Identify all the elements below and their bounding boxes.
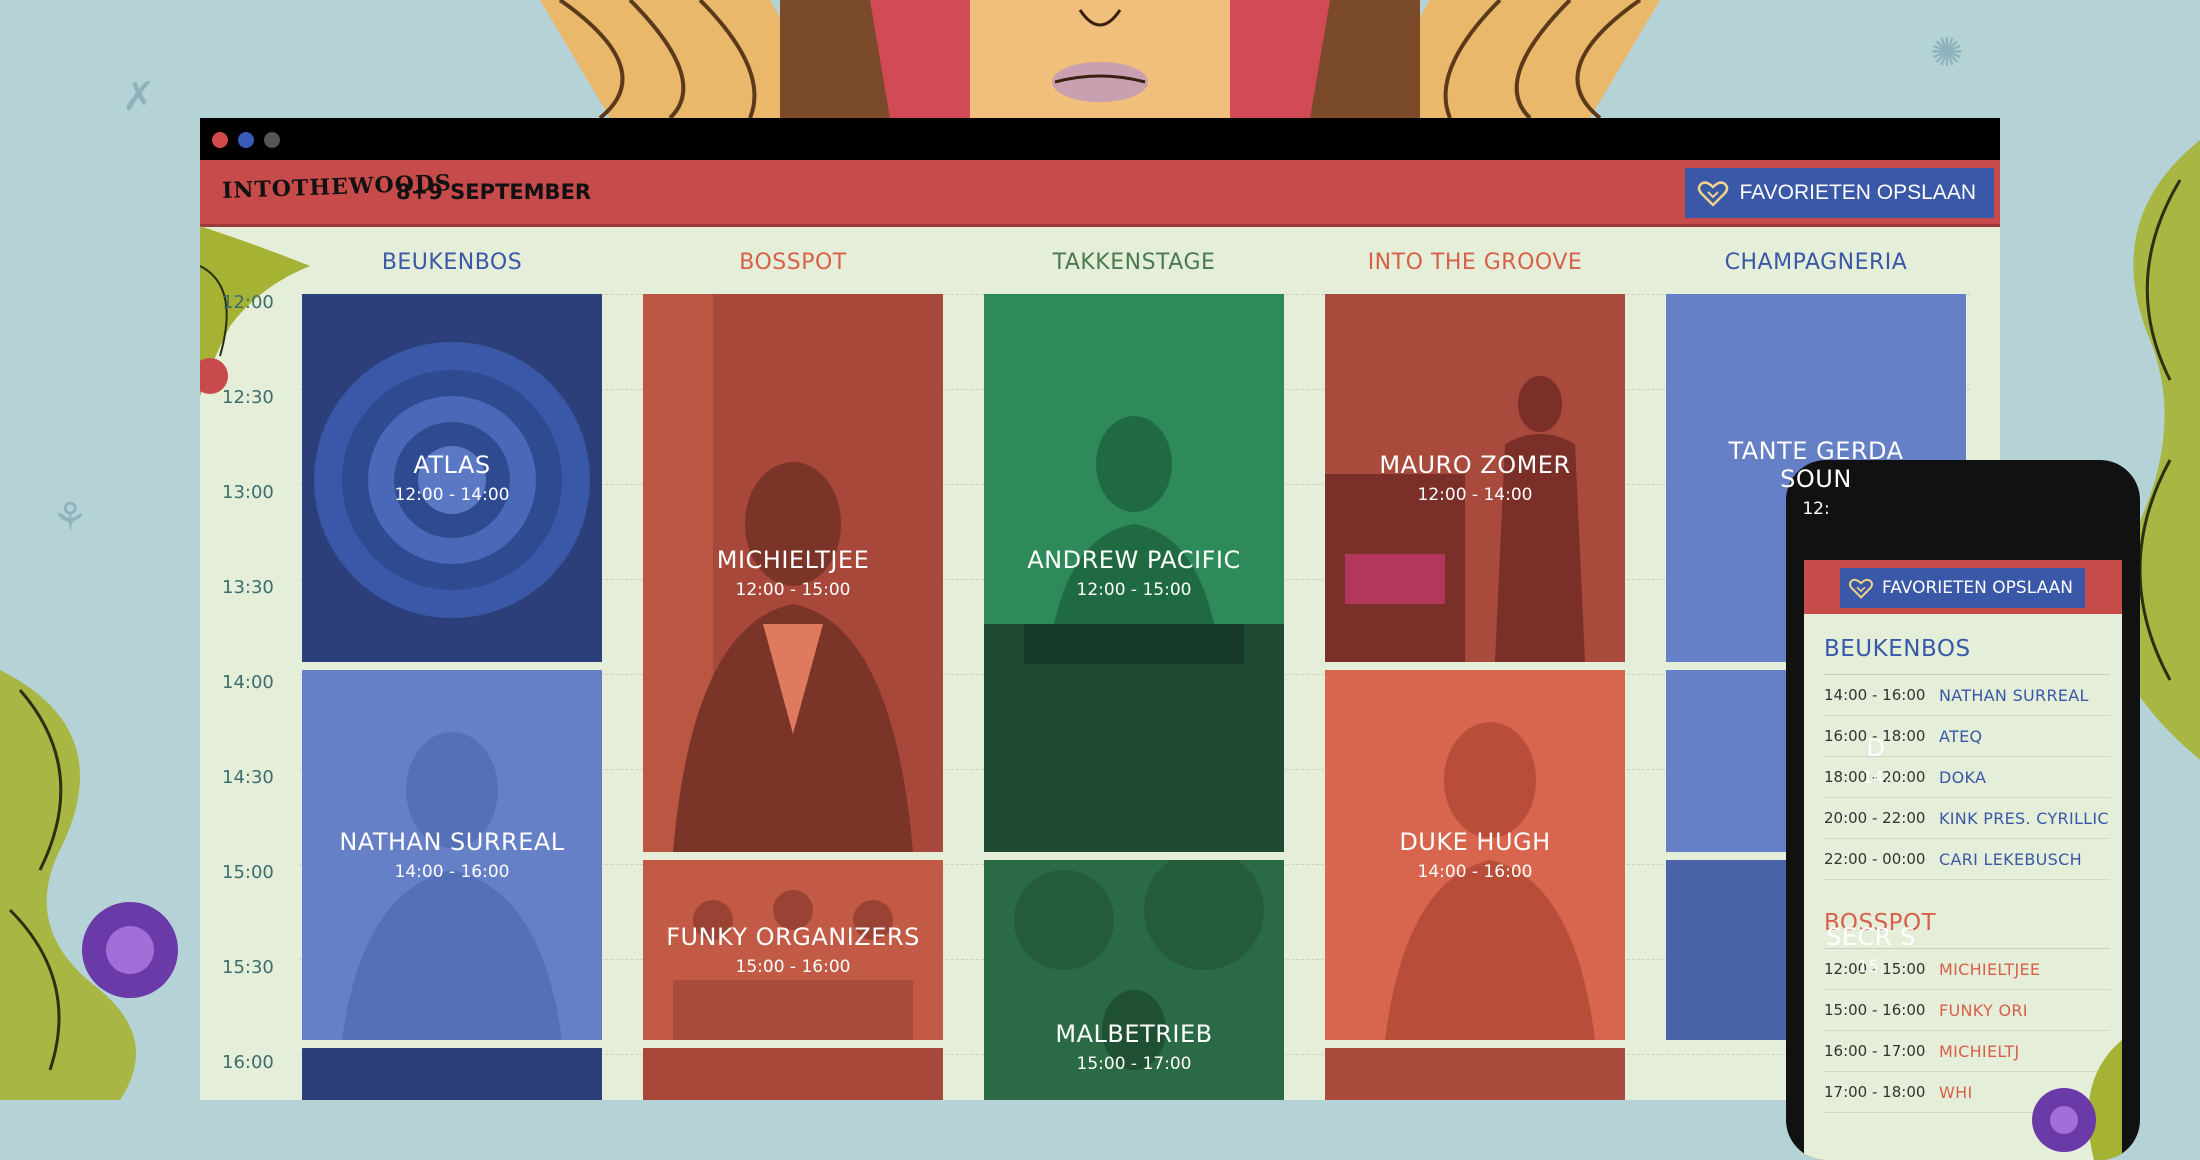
time-label: 16:00 (222, 1052, 274, 1073)
stage-header-takkenstage[interactable]: TAKKENSTAGE (984, 250, 1284, 275)
save-favorites-button[interactable]: FAVORIETEN OPSLAAN (1685, 168, 1994, 218)
mobile-header: FAVORIETEN OPSLAAN (1804, 560, 2122, 614)
artist-name: MALBETRIEB (1055, 1020, 1213, 1048)
slot-funky-organizers[interactable]: FUNKY ORGANIZERS 15:00 - 16:00 (643, 860, 943, 1040)
mobile-screen: FAVORIETEN OPSLAAN BEUKENBOS 14:00 - 16:… (1804, 560, 2122, 1160)
slot-atlas[interactable]: ATLAS 12:00 - 14:00 (302, 294, 602, 662)
slot-michieltjee[interactable]: MICHIELTJEE 12:00 - 15:00 (643, 294, 943, 852)
list-item-artist: KINK PRES. CYRILLIC (1939, 808, 2109, 828)
set-time: 15: (1857, 957, 1885, 977)
festival-dates: 8+9 SEPTEMBER (396, 180, 592, 204)
list-item-artist: FUNKY ORI (1939, 1000, 2028, 1020)
list-item-time: 16:00 - 17:00 (1824, 1042, 1926, 1060)
set-time: 12:00 - 15:00 (1076, 580, 1192, 600)
list-item-artist: WHI (1939, 1082, 1973, 1102)
set-time: 14:00 - 16:00 (394, 862, 510, 882)
list-item-time: 22:00 - 00:00 (1824, 850, 1926, 868)
window-maximize-button[interactable] (264, 132, 280, 148)
doodle-icon: ⚘ (52, 495, 88, 541)
list-item[interactable]: 14:00 - 16:00 NATHAN SURREAL (1824, 675, 2110, 716)
header-illustration (540, 0, 1660, 118)
artist-name: ANDREW PACIFIC (1027, 546, 1241, 574)
time-label: 14:30 (222, 767, 274, 788)
mobile-stage-title-beukenbos: BEUKENBOS (1824, 636, 1971, 662)
list-item-artist: CARI LEKEBUSCH (1939, 849, 2082, 869)
stage-header-beukenbos[interactable]: BEUKENBOS (302, 250, 602, 275)
window-close-button[interactable] (212, 132, 228, 148)
browser-window: INTOTHEWOODS 8+9 SEPTEMBER FAVORIETEN OP… (200, 118, 2000, 1100)
artist-name: FUNKY ORGANIZERS (666, 923, 920, 951)
set-time: 15:00 - 17:00 (1076, 1054, 1192, 1074)
slot-malbetrieb[interactable]: MALBETRIEB 15:00 - 17:00 (984, 860, 1284, 1100)
time-label: 12:00 (222, 292, 274, 313)
heart-icon (1698, 181, 1729, 207)
window-minimize-button[interactable] (238, 132, 254, 148)
list-item-time: 14:00 - 16:00 (1824, 686, 1926, 704)
timetable-grid: 12:00 12:30 13:00 13:30 14:00 14:30 15:0… (200, 292, 2000, 1100)
list-item-time: 15:00 - 16:00 (1824, 1001, 1926, 1019)
heart-icon (1849, 578, 1873, 599)
artist-name: MICHIELTJEE (716, 546, 870, 574)
stage-header-champagneria[interactable]: CHAMPAGNERIA (1666, 250, 1966, 275)
time-label: 13:30 (222, 577, 274, 598)
set-time: 14: (1862, 768, 1890, 788)
time-label: 13:00 (222, 482, 274, 503)
artist-name: TANTE GERDA SOUN (1728, 437, 1904, 493)
app-header: INTOTHEWOODS 8+9 SEPTEMBER FAVORIETEN OP… (200, 160, 2000, 227)
flower-decoration (2032, 1040, 2122, 1160)
mobile-phone-mockup: FAVORIETEN OPSLAAN BEUKENBOS 14:00 - 16:… (1786, 460, 2140, 1160)
slot-beukenbos-next[interactable] (302, 1048, 602, 1100)
list-item-artist: DOKA (1939, 767, 1987, 787)
list-item[interactable]: 15:00 - 16:00 FUNKY ORI (1824, 990, 2110, 1031)
window-titlebar (200, 118, 2000, 160)
slot-duke-hugh[interactable]: DUKE HUGH 14:00 - 16:00 (1325, 670, 1625, 1040)
set-time: 14:00 - 16:00 (1417, 862, 1533, 882)
slot-mauro-zomer[interactable]: MAURO ZOMER 12:00 - 14:00 (1325, 294, 1625, 662)
set-time: 15:00 - 16:00 (735, 957, 851, 977)
slot-nathan-surreal[interactable]: NATHAN SURREAL 14:00 - 16:00 (302, 670, 602, 1040)
slot-bosspot-next[interactable] (643, 1048, 943, 1100)
artist-name: DUKE HUGH (1399, 828, 1551, 856)
artist-name: SECR S (1826, 923, 1916, 951)
artist-name: D (1866, 734, 1886, 762)
list-item-time: 20:00 - 22:00 (1824, 809, 1926, 827)
list-item-artist: ATEQ (1939, 726, 1983, 746)
stage-header-bosspot[interactable]: BOSSPOT (643, 250, 943, 275)
stage-header-into-the-groove[interactable]: INTO THE GROOVE (1325, 250, 1625, 275)
mobile-save-favorites-button[interactable]: FAVORIETEN OPSLAAN (1840, 568, 2086, 608)
time-label: 15:00 (222, 862, 274, 883)
stage-header-row: BEUKENBOS BOSSPOT TAKKENSTAGE INTO THE G… (200, 224, 2000, 294)
slot-andrew-pacific[interactable]: ANDREW PACIFIC 12:00 - 15:00 (984, 294, 1284, 852)
artist-name: MAURO ZOMER (1379, 451, 1571, 479)
artist-name: NATHAN SURREAL (339, 828, 565, 856)
list-item-artist: NATHAN SURREAL (1939, 685, 2089, 705)
set-time: 12:00 - 14:00 (1417, 485, 1533, 505)
set-time: 12:00 - 15:00 (735, 580, 851, 600)
save-favorites-label: FAVORIETEN OPSLAAN (1739, 181, 1976, 204)
time-label: 12:30 (222, 387, 274, 408)
list-item[interactable]: 20:00 - 22:00 KINK PRES. CYRILLIC (1824, 798, 2110, 839)
mobile-save-favorites-label: FAVORIETEN OPSLAAN (1882, 578, 2074, 598)
set-time: 12:00 - 14:00 (394, 485, 510, 505)
leaves-left-decoration (0, 670, 178, 1100)
set-time: 12: (1802, 499, 1830, 519)
artist-name: ATLAS (413, 451, 491, 479)
list-item[interactable]: 22:00 - 00:00 CARI LEKEBUSCH (1824, 839, 2110, 880)
list-item-time: 17:00 - 18:00 (1824, 1083, 1926, 1101)
doodle-icon: ✗ (122, 74, 156, 120)
slot-into-the-groove-next[interactable] (1325, 1048, 1625, 1100)
list-item-artist: MICHIELTJEE (1939, 959, 2041, 979)
time-label: 14:00 (222, 672, 274, 693)
time-label: 15:30 (222, 957, 274, 978)
doodle-icon: ✺ (1930, 30, 1964, 76)
